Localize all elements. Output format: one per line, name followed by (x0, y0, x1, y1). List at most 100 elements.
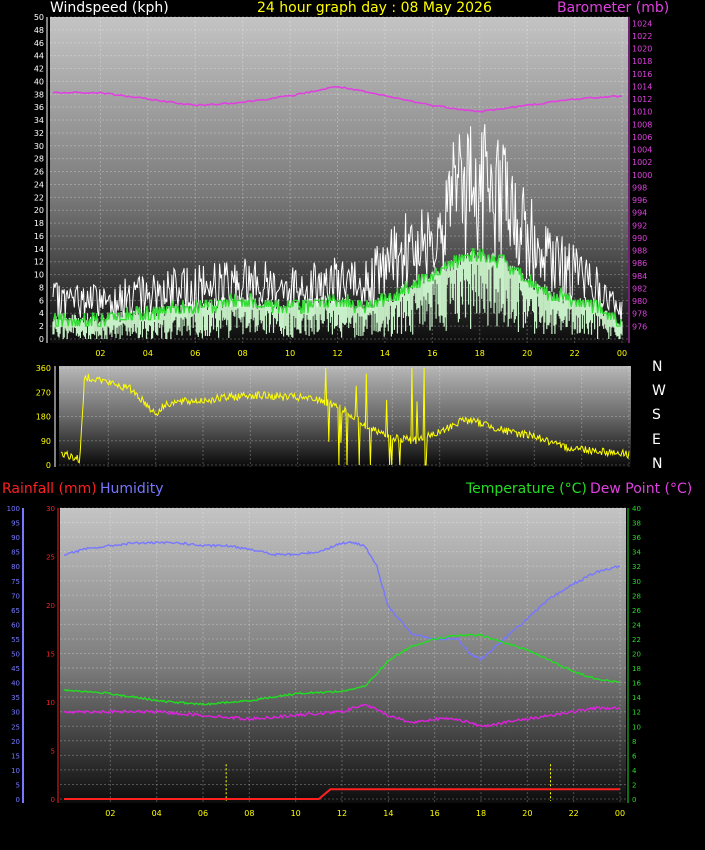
wind-y-tick-label: 2 (39, 322, 44, 331)
barometer-tick-label: 1000 (632, 171, 652, 180)
barometer-tick-label: 976 (632, 322, 647, 331)
climate-x-tick-label: 22 (569, 809, 579, 818)
direction-y-tick-label: 0 (46, 461, 51, 470)
climate-x-tick-label: 04 (152, 809, 162, 818)
temperature-tick-label: 36 (632, 534, 641, 542)
humidity-tick-label: 45 (11, 665, 20, 673)
barometer-tick-label: 996 (632, 196, 647, 205)
humidity-tick-label: 80 (11, 563, 20, 571)
wind-x-tick-label: 06 (190, 349, 200, 358)
temperature-tick-label: 30 (632, 578, 641, 586)
barometer-tick-label: 1004 (632, 146, 652, 155)
temperature-tick-label: 8 (632, 738, 636, 746)
wind-y-tick-label: 44 (34, 52, 44, 61)
wind-y-tick-label: 46 (34, 39, 44, 48)
humidity-tick-label: 30 (11, 709, 20, 717)
direction-y-tick-label: 90 (41, 437, 51, 446)
humidity-tick-label: 100 (7, 505, 20, 513)
barometer-tick-label: 988 (632, 247, 647, 256)
barometer-tick-label: 1012 (632, 95, 652, 104)
barometer-tick-label: 990 (632, 234, 647, 243)
weather-charts: 0246810121416182022242628303234363840424… (7, 13, 653, 818)
wind-y-tick-label: 8 (39, 283, 44, 292)
wind-x-tick-label: 18 (475, 349, 485, 358)
humidity-tick-label: 0 (16, 796, 20, 804)
barometer-tick-label: 1002 (632, 158, 652, 167)
climate-x-tick-label: 18 (476, 809, 486, 818)
barometer-tick-label: 978 (632, 310, 647, 319)
climate-x-tick-label: 20 (522, 809, 532, 818)
barometer-tick-label: 982 (632, 284, 647, 293)
humidity-tick-label: 5 (16, 781, 20, 789)
temperature-tick-label: 20 (632, 651, 641, 659)
humidity-tick-label: 25 (11, 723, 20, 731)
rainfall-tick-label: 15 (46, 651, 55, 659)
barometer-tick-label: 986 (632, 259, 647, 268)
wind-y-tick-label: 14 (34, 245, 44, 254)
humidity-tick-label: 20 (11, 738, 20, 746)
wind-x-tick-label: 00 (617, 349, 627, 358)
humidity-tick-label: 15 (11, 752, 20, 760)
humidity-tick-label: 90 (11, 534, 20, 542)
climate-x-tick-label: 16 (430, 809, 440, 818)
wind-y-tick-label: 18 (34, 219, 44, 228)
temperature-tick-label: 28 (632, 592, 641, 600)
rainfall-tick-label: 25 (46, 554, 55, 562)
climate-x-tick-label: 10 (291, 809, 301, 818)
climate-x-tick-label: 14 (383, 809, 393, 818)
humidity-tick-label: 75 (11, 578, 20, 586)
barometer-tick-label: 994 (632, 209, 647, 218)
climate-x-tick-label: 06 (198, 809, 208, 818)
wind-x-tick-label: 20 (522, 349, 532, 358)
barometer-tick-label: 992 (632, 221, 647, 230)
wind-y-tick-label: 10 (34, 271, 44, 280)
humidity-tick-label: 10 (11, 767, 20, 775)
wind-y-tick-label: 20 (34, 206, 44, 215)
barometer-tick-label: 998 (632, 183, 647, 192)
wind-y-tick-label: 42 (34, 65, 44, 74)
wind-y-tick-label: 28 (34, 155, 44, 164)
barometer-tick-label: 980 (632, 297, 647, 306)
wind-y-tick-label: 48 (34, 26, 44, 35)
temperature-tick-label: 14 (632, 694, 641, 702)
barometer-tick-label: 984 (632, 272, 647, 281)
wind-y-tick-label: 40 (34, 77, 44, 86)
barometer-tick-label: 1010 (632, 108, 652, 117)
humidity-tick-label: 50 (11, 651, 20, 659)
wind-x-tick-label: 10 (285, 349, 295, 358)
temperature-tick-label: 12 (632, 709, 641, 717)
wind-x-tick-label: 14 (380, 349, 390, 358)
rainfall-tick-label: 10 (46, 699, 55, 707)
barometer-tick-label: 1016 (632, 70, 652, 79)
temperature-tick-label: 0 (632, 796, 636, 804)
rainfall-tick-label: 5 (51, 748, 55, 756)
humidity-tick-label: 55 (11, 636, 20, 644)
wind-x-tick-label: 08 (238, 349, 248, 358)
wind-y-tick-label: 24 (34, 180, 44, 189)
climate-chart-plot-area (60, 508, 626, 803)
wind-y-tick-label: 34 (34, 116, 44, 125)
rainfall-tick-label: 0 (51, 796, 55, 804)
wind-x-tick-label: 04 (143, 349, 153, 358)
barometer-tick-label: 1022 (632, 32, 652, 41)
temperature-tick-label: 22 (632, 636, 641, 644)
climate-x-tick-label: 12 (337, 809, 347, 818)
climate-x-tick-label: 00 (615, 809, 625, 818)
temperature-tick-label: 2 (632, 781, 636, 789)
humidity-tick-label: 60 (11, 621, 20, 629)
wind-y-tick-label: 26 (34, 168, 44, 177)
wind-y-tick-label: 30 (34, 142, 44, 151)
humidity-tick-label: 65 (11, 607, 20, 615)
temperature-tick-label: 32 (632, 563, 641, 571)
wind-x-tick-label: 16 (427, 349, 437, 358)
temperature-tick-label: 18 (632, 665, 641, 673)
barometer-tick-label: 1014 (632, 82, 652, 91)
wind-x-tick-label: 02 (95, 349, 105, 358)
temperature-tick-label: 38 (632, 520, 641, 528)
wind-x-tick-label: 12 (332, 349, 342, 358)
wind-y-tick-label: 32 (34, 129, 44, 138)
direction-y-tick-label: 270 (36, 388, 51, 397)
temperature-tick-label: 34 (632, 549, 641, 557)
humidity-tick-label: 40 (11, 680, 20, 688)
wind-y-tick-label: 38 (34, 90, 44, 99)
